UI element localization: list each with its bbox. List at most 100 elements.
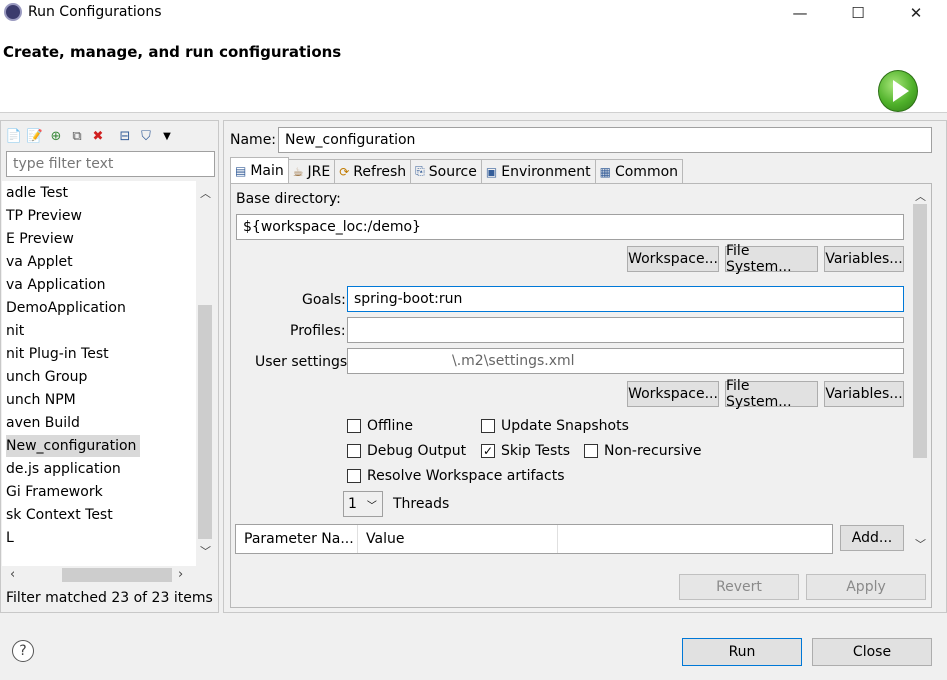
title-bar: Run Configurations — ☐ ✕	[0, 0, 947, 26]
column-header-parameter[interactable]: Parameter Na...	[236, 525, 358, 553]
base-directory-label: Base directory:	[236, 191, 341, 207]
user-settings-input[interactable]	[347, 348, 904, 374]
close-window-button[interactable]: ✕	[893, 0, 939, 26]
tab-label: Common	[614, 163, 679, 180]
main-tab-icon: ▤	[235, 163, 247, 178]
scrollbar-thumb[interactable]	[913, 204, 927, 458]
goals-input[interactable]	[347, 286, 904, 312]
threads-value: 1	[348, 496, 357, 512]
scroll-up-icon[interactable]: ︿	[915, 188, 926, 204]
base-filesystem-button[interactable]: File System...	[725, 243, 818, 275]
content-vertical-scrollbar[interactable]: ︿ ﹀	[911, 186, 929, 607]
checkmark-icon[interactable]: ✓	[481, 444, 495, 458]
filter-input[interactable]	[6, 151, 215, 177]
scroll-up-icon[interactable]: ︿	[200, 185, 211, 201]
tab-jre[interactable]: ☕ JRE	[287, 159, 336, 183]
profiles-input[interactable]	[347, 317, 904, 343]
skip-tests-checkbox[interactable]: ✓ Skip Tests	[481, 442, 570, 460]
tab-label: Source	[428, 163, 477, 180]
debug-output-checkbox[interactable]: Debug Output	[347, 442, 466, 460]
new-prototype-icon[interactable]: 📝	[26, 127, 44, 145]
new-configuration-icon[interactable]: 📄	[5, 127, 23, 145]
tree-item[interactable]: nit Plug-in Test	[6, 343, 113, 365]
checkbox-box[interactable]	[347, 469, 361, 483]
collapse-all-icon[interactable]: ⊟	[116, 127, 134, 145]
tree-item[interactable]: Gi Framework	[6, 481, 107, 503]
common-tab-icon: ▦	[599, 164, 611, 179]
refresh-tab-icon: ⟳	[339, 164, 350, 179]
base-directory-input[interactable]	[236, 214, 904, 240]
checkbox-box[interactable]	[347, 444, 361, 458]
tree-item[interactable]: DemoApplication	[6, 297, 130, 319]
tree-item-selected[interactable]: New_configuration	[6, 435, 141, 457]
scroll-left-icon[interactable]: ‹	[10, 567, 15, 582]
base-variables-button[interactable]: Variables...	[824, 246, 904, 272]
tree-item[interactable]: E Preview	[6, 228, 78, 250]
non-recursive-checkbox[interactable]: Non-recursive	[584, 442, 701, 460]
configuration-tree: adle Test TP Preview E Preview va Applet…	[2, 181, 196, 566]
maximize-button[interactable]: ☐	[835, 0, 881, 26]
tree-item[interactable]: sk Context Test	[6, 504, 117, 526]
resolve-workspace-checkbox[interactable]: Resolve Workspace artifacts	[347, 467, 564, 485]
duplicate-icon[interactable]: ⧉	[68, 127, 86, 145]
checkbox-box[interactable]	[347, 419, 361, 433]
tab-label: Main	[250, 162, 284, 179]
run-icon	[878, 70, 918, 112]
tree-item[interactable]: unch Group	[6, 366, 91, 388]
export-icon[interactable]: ⊕	[47, 127, 65, 145]
column-header-value[interactable]: Value	[358, 525, 558, 553]
tree-item[interactable]: TP Preview	[6, 205, 86, 227]
base-workspace-button[interactable]: Workspace...	[627, 246, 719, 272]
tab-refresh[interactable]: ⟳ Refresh	[334, 159, 412, 183]
scroll-down-icon[interactable]: ﹀	[200, 543, 211, 559]
name-input[interactable]	[278, 127, 932, 153]
checkbox-label: Non-recursive	[604, 443, 702, 459]
checkbox-box[interactable]	[584, 444, 598, 458]
tree-item[interactable]: de.js application	[6, 458, 125, 480]
tree-item[interactable]: adle Test	[6, 182, 72, 204]
offline-checkbox[interactable]: Offline	[347, 417, 413, 435]
scroll-right-icon[interactable]: ›	[178, 567, 183, 582]
revert-button[interactable]: Revert	[679, 574, 799, 600]
settings-workspace-button[interactable]: Workspace...	[627, 381, 719, 407]
checkbox-box[interactable]	[481, 419, 495, 433]
tree-horizontal-scrollbar[interactable]: ‹ ›	[2, 566, 196, 584]
parameter-table[interactable]: Parameter Na... Value	[235, 524, 833, 554]
tree-item[interactable]: nit	[6, 320, 28, 342]
threads-select[interactable]: 1 ﹀	[343, 491, 383, 517]
tab-label: JRE	[307, 163, 331, 180]
tree-item[interactable]: aven Build	[6, 412, 84, 434]
tab-source[interactable]: ⎘ Source	[410, 159, 482, 183]
tree-vertical-scrollbar[interactable]: ︿ ﹀	[196, 181, 214, 566]
tree-item[interactable]: va Application	[6, 274, 110, 296]
view-menu-icon[interactable]: ▼	[158, 127, 176, 145]
header-title: Create, manage, and run configurations	[3, 43, 342, 61]
close-button[interactable]: Close	[812, 638, 932, 666]
threads-label: Threads	[393, 496, 450, 512]
tab-common[interactable]: ▦ Common	[594, 159, 684, 183]
tab-environment[interactable]: ▣ Environment	[480, 159, 596, 183]
filter-icon[interactable]: ⛉	[137, 127, 155, 145]
minimize-button[interactable]: —	[777, 0, 823, 26]
tree-item[interactable]: unch NPM	[6, 389, 80, 411]
scrollbar-thumb[interactable]	[198, 305, 212, 539]
help-icon[interactable]: ?	[12, 640, 34, 662]
update-snapshots-checkbox[interactable]: Update Snapshots	[481, 417, 629, 435]
settings-variables-button[interactable]: Variables...	[824, 381, 904, 407]
add-parameter-button[interactable]: Add...	[840, 525, 904, 551]
scrollbar-thumb[interactable]	[62, 568, 172, 582]
filter-status: Filter matched 23 of 23 items	[6, 590, 213, 606]
apply-button[interactable]: Apply	[806, 574, 926, 600]
run-button[interactable]: Run	[682, 638, 802, 666]
tab-main[interactable]: ▤ Main	[230, 157, 289, 183]
checkbox-label: Skip Tests	[501, 443, 571, 459]
tree-item[interactable]: va Applet	[6, 251, 77, 273]
user-settings-label: User settings:	[255, 354, 352, 370]
delete-icon[interactable]: ✖	[89, 127, 107, 145]
window-title: Run Configurations	[28, 4, 162, 20]
checkbox-label: Offline	[367, 418, 413, 434]
name-label: Name:	[230, 132, 277, 148]
tree-item[interactable]: L	[6, 527, 18, 549]
scroll-down-icon[interactable]: ﹀	[915, 536, 926, 552]
settings-filesystem-button[interactable]: File System...	[725, 378, 818, 410]
